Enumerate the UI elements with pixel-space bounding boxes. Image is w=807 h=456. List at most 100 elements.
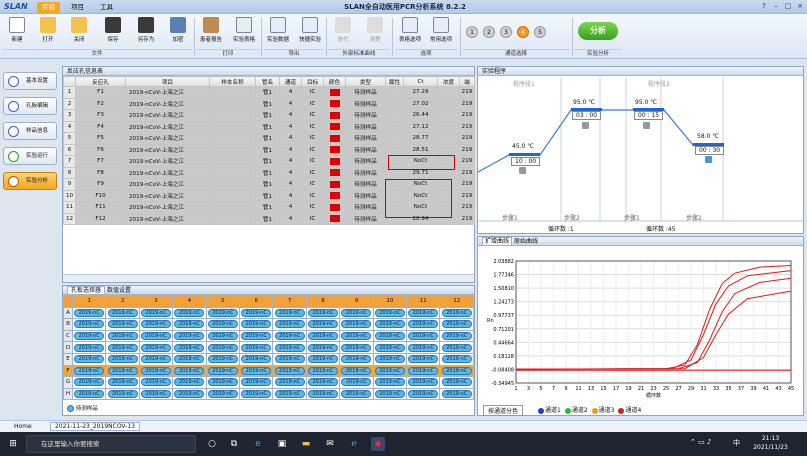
experiment-table-button[interactable]: 实验表格 bbox=[229, 17, 259, 53]
plate-well[interactable]: 2019-nC bbox=[241, 366, 272, 375]
patient-report-button[interactable]: 患者报告 bbox=[196, 17, 226, 53]
channel-1-button[interactable]: 1 bbox=[466, 26, 478, 38]
plate-well[interactable]: 2019-nC bbox=[441, 378, 472, 387]
plate-well[interactable]: 2019-nC bbox=[408, 390, 439, 399]
plate-well[interactable]: 2019-nC bbox=[174, 390, 205, 399]
plate-well[interactable]: 2019-nC bbox=[74, 320, 105, 329]
plate-well[interactable]: 2019-nC bbox=[74, 343, 105, 352]
plate-well[interactable]: 2019-nC bbox=[141, 332, 172, 341]
plate-well[interactable]: 2019-nC bbox=[274, 343, 305, 352]
plate-well[interactable]: 2019-nC bbox=[341, 355, 372, 364]
plate-column-header[interactable]: 6 bbox=[239, 295, 274, 308]
column-header[interactable]: 端 bbox=[459, 76, 475, 87]
column-header[interactable]: 通道 bbox=[279, 76, 302, 87]
column-header[interactable]: 样本名称 bbox=[209, 76, 256, 87]
clear-button[interactable]: 清楚 bbox=[360, 17, 390, 53]
task-view-icon[interactable]: ⧉ bbox=[227, 437, 241, 451]
mail-icon[interactable]: ✉ bbox=[323, 437, 337, 451]
plate-well[interactable]: 2019-nC bbox=[341, 332, 372, 341]
minimize-button[interactable]: – bbox=[772, 2, 780, 10]
plate-well[interactable]: 2019-nC bbox=[341, 378, 372, 387]
tab-amplification[interactable]: 扩增曲线 bbox=[482, 237, 513, 246]
temp-label[interactable]: 45.0 ℃ bbox=[512, 143, 534, 150]
plate-row-header[interactable]: E bbox=[63, 352, 73, 366]
ie-icon[interactable]: ℯ bbox=[347, 437, 361, 451]
encrypt-button[interactable]: 加密 bbox=[163, 17, 193, 53]
plate-column-header[interactable]: 4 bbox=[172, 295, 207, 308]
plate-well[interactable]: 2019-nC bbox=[341, 366, 372, 375]
plate-well[interactable]: 2019-nC bbox=[274, 366, 305, 375]
table-row[interactable]: 6 F6 2019-nCoV-上海之江 管1 4 IC 待测样品 28.51 219 bbox=[63, 143, 475, 156]
plate-column-header[interactable]: 8 bbox=[305, 295, 341, 308]
plate-well[interactable]: 2019-nC bbox=[308, 332, 339, 341]
tab-raw-curve[interactable]: 原始曲线 bbox=[514, 238, 538, 245]
plate-well[interactable]: 2019-nC bbox=[74, 332, 105, 341]
column-header[interactable]: 颜色 bbox=[323, 76, 346, 87]
plate-row-header[interactable]: F bbox=[63, 364, 73, 378]
nav-analysis[interactable]: 实验分析 bbox=[3, 172, 57, 190]
plate-well[interactable]: 2019-nC bbox=[141, 308, 172, 317]
plate-well[interactable]: 2019-nC bbox=[441, 308, 472, 317]
plate-column-header[interactable]: 5 bbox=[205, 295, 241, 308]
plate-well[interactable]: 2019-nC bbox=[107, 366, 138, 375]
plate-well[interactable]: 2019-nC bbox=[274, 355, 305, 364]
plate-well[interactable]: 2019-nC bbox=[274, 390, 305, 399]
plate-well[interactable]: 2019-nC bbox=[174, 343, 205, 352]
plate-well[interactable]: 2019-nC bbox=[74, 366, 105, 375]
slan-app-icon[interactable]: ◆ bbox=[371, 437, 385, 451]
plate-well[interactable]: 2019-nC bbox=[241, 343, 272, 352]
plate-well[interactable]: 2019-nC bbox=[207, 378, 238, 387]
common-options-button[interactable]: 常用选项 bbox=[426, 17, 456, 53]
plate-well[interactable]: 2019-nC bbox=[308, 366, 339, 375]
plate-well[interactable]: 2019-nC bbox=[441, 366, 472, 375]
menu-project[interactable]: 项目 bbox=[66, 2, 89, 13]
plate-well[interactable]: 2019-nC bbox=[408, 332, 439, 341]
plate-well[interactable]: 2019-nC bbox=[107, 355, 138, 364]
column-header[interactable]: Ct bbox=[403, 76, 438, 87]
plate-well[interactable]: 2019-nC bbox=[241, 355, 272, 364]
plate-well[interactable]: 2019-nC bbox=[374, 355, 405, 364]
plate-well[interactable]: 2019-nC bbox=[74, 390, 105, 399]
column-header[interactable]: 浓度 bbox=[437, 76, 460, 87]
tab-home[interactable]: Home bbox=[14, 423, 32, 430]
plate-well[interactable]: 2019-nC bbox=[374, 332, 405, 341]
table-row[interactable]: 4 F4 2019-nCoV-上海之江 管1 4 IC 待测样品 27.12 219 bbox=[63, 120, 475, 133]
plate-well[interactable]: 2019-nC bbox=[107, 343, 138, 352]
plate-well[interactable]: 2019-nC bbox=[74, 378, 105, 387]
column-header[interactable] bbox=[63, 76, 76, 87]
plate-well[interactable]: 2019-nC bbox=[274, 320, 305, 329]
channel-legend-item[interactable]: 通道4 bbox=[618, 407, 641, 414]
table-options-button[interactable]: 表格选项 bbox=[395, 17, 425, 53]
tab-experiment-file[interactable]: 2021-11-23_2019NCOV-13 bbox=[50, 422, 140, 431]
channel-2-button[interactable]: 2 bbox=[483, 26, 495, 38]
plate-well[interactable]: 2019-nC bbox=[74, 355, 105, 364]
plate-well[interactable]: 2019-nC bbox=[107, 320, 138, 329]
plate-well[interactable]: 2019-nC bbox=[441, 320, 472, 329]
plate-row-header[interactable]: A bbox=[63, 306, 73, 320]
temp-label[interactable]: 95.0 ℃ bbox=[573, 99, 595, 106]
plate-well[interactable]: 2019-nC bbox=[408, 308, 439, 317]
time-label[interactable]: 00 : 15 bbox=[634, 111, 664, 120]
new-button[interactable]: 新建 bbox=[2, 17, 32, 53]
plate-well[interactable]: 2019-nC bbox=[441, 390, 472, 399]
save-as-button[interactable]: 另存为 bbox=[131, 17, 161, 53]
plate-well[interactable]: 2019-nC bbox=[308, 308, 339, 317]
nav-basic-settings[interactable]: 基本设置 bbox=[3, 72, 57, 90]
plate-well[interactable]: 2019-nC bbox=[207, 355, 238, 364]
plate-column-header[interactable]: 9 bbox=[339, 295, 374, 308]
plate-well[interactable]: 2019-nC bbox=[408, 378, 439, 387]
plate-well[interactable]: 2019-nC bbox=[374, 378, 405, 387]
plate-column-header[interactable]: 11 bbox=[406, 295, 441, 308]
plate-well[interactable]: 2019-nC bbox=[241, 332, 272, 341]
column-header[interactable]: 目标 bbox=[301, 76, 324, 87]
plate-well[interactable]: 2019-nC bbox=[374, 343, 405, 352]
plate-well[interactable]: 2019-nC bbox=[74, 308, 105, 317]
plate-well[interactable]: 2019-nC bbox=[341, 320, 372, 329]
help-icon[interactable]: ? bbox=[760, 2, 768, 10]
plate-well[interactable]: 2019-nC bbox=[241, 390, 272, 399]
plate-well[interactable]: 2019-nC bbox=[174, 332, 205, 341]
close-button[interactable]: × bbox=[796, 2, 804, 10]
menu-tools[interactable]: 工具 bbox=[95, 2, 118, 13]
cortana-icon[interactable]: ○ bbox=[205, 437, 219, 451]
plate-well[interactable]: 2019-nC bbox=[274, 378, 305, 387]
